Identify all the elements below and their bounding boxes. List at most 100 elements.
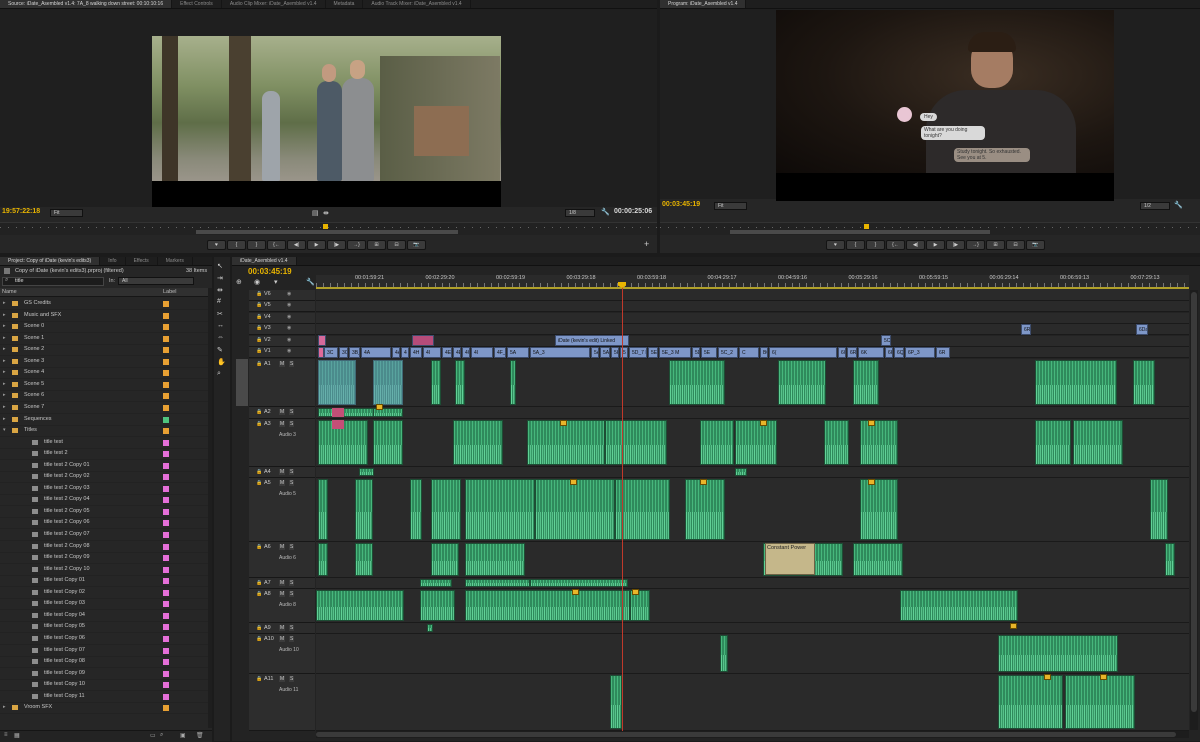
- track-id-label[interactable]: A10: [264, 636, 274, 642]
- list-item-bin[interactable]: ▸ Music and SFX: [0, 310, 208, 322]
- new-bin-icon[interactable]: ▭: [150, 732, 156, 739]
- video-track-lane[interactable]: [316, 313, 1189, 324]
- v1-clip[interactable]: 6K: [858, 347, 884, 358]
- tab-markers[interactable]: Markers: [158, 257, 193, 265]
- audio-clip[interactable]: [615, 479, 670, 540]
- audio-clip[interactable]: [860, 420, 898, 465]
- label-color-swatch[interactable]: [163, 451, 169, 458]
- lock-icon[interactable]: 🔒: [256, 676, 262, 682]
- solo-button[interactable]: S: [289, 469, 295, 475]
- video-track-lane[interactable]: [316, 301, 1189, 312]
- chevron-right-icon[interactable]: ▸: [3, 321, 6, 332]
- source-video-frame[interactable]: [152, 36, 501, 207]
- program-add-marker-button[interactable]: ♥: [826, 240, 845, 250]
- video-track-lane[interactable]: [316, 336, 1189, 347]
- program-resolution-dropdown[interactable]: 1/2: [1140, 202, 1170, 210]
- icon-view-icon[interactable]: ▦: [14, 732, 20, 739]
- list-item-title[interactable]: title test Copy 04: [0, 610, 208, 622]
- timeline-timecode[interactable]: 00:03:45:19: [248, 267, 292, 276]
- audio-clip[interactable]: [455, 360, 465, 405]
- mute-button[interactable]: M: [279, 421, 286, 427]
- lock-icon[interactable]: 🔒: [256, 314, 262, 320]
- chevron-right-icon[interactable]: ▸: [3, 298, 6, 309]
- program-mini-timeline[interactable]: [660, 222, 1200, 235]
- source-mark-in-button[interactable]: {: [227, 240, 246, 250]
- lock-icon[interactable]: 🔒: [256, 544, 262, 550]
- solo-button[interactable]: S: [289, 636, 295, 642]
- list-item-title[interactable]: title test Copy 01: [0, 575, 208, 588]
- label-color-swatch[interactable]: [163, 543, 169, 550]
- list-item-title[interactable]: title test 2 Copy 01: [0, 460, 208, 472]
- timeline-horizontal-scrollbar[interactable]: [316, 731, 1189, 738]
- lock-icon[interactable]: 🔒: [256, 480, 262, 486]
- track-id-label[interactable]: V2: [264, 337, 271, 343]
- audio-clip[interactable]: [735, 420, 777, 465]
- source-export-frame-button[interactable]: 📷: [407, 240, 426, 250]
- rolling-edit-tool-icon[interactable]: #: [217, 298, 221, 305]
- audio-clip[interactable]: [465, 579, 530, 587]
- chevron-right-icon[interactable]: ▸: [3, 367, 6, 378]
- source-mark-out-button[interactable]: }: [247, 240, 266, 250]
- chevron-right-icon[interactable]: ▸: [3, 414, 6, 425]
- program-step-forward-button[interactable]: |▶: [946, 240, 965, 250]
- track-id-label[interactable]: A6: [264, 544, 271, 550]
- video-track-lane[interactable]: [316, 290, 1189, 301]
- track-id-label[interactable]: A7: [264, 580, 271, 586]
- track-id-label[interactable]: A2: [264, 409, 271, 415]
- label-color-swatch[interactable]: [163, 347, 169, 354]
- audio-clip[interactable]: [355, 479, 373, 540]
- audio-clip[interactable]: [465, 590, 630, 621]
- in-dropdown[interactable]: All: [118, 277, 194, 285]
- v1-clip-lead[interactable]: [318, 347, 324, 358]
- linked-video-audio[interactable]: [318, 360, 356, 405]
- title-clip-a3[interactable]: [332, 420, 344, 429]
- audio-clip[interactable]: [453, 420, 503, 465]
- v1-clip[interactable]: 6P_3: [905, 347, 935, 358]
- v1-clip[interactable]: 6K: [885, 347, 893, 358]
- list-item-title[interactable]: title test Copy 05: [0, 621, 208, 634]
- label-color-swatch[interactable]: [163, 566, 169, 573]
- audio-clip[interactable]: [420, 590, 455, 621]
- audio-clip[interactable]: [900, 590, 1018, 621]
- timeline-vertical-scrollbar[interactable]: [1190, 290, 1198, 730]
- label-color-swatch[interactable]: [163, 404, 169, 411]
- list-item-bin[interactable]: ▸ Scene 4: [0, 367, 208, 380]
- program-export-frame-button[interactable]: 📷: [1026, 240, 1045, 250]
- solo-button[interactable]: S: [289, 361, 295, 367]
- mute-button[interactable]: M: [279, 580, 286, 586]
- chevron-right-icon[interactable]: ▸: [3, 402, 6, 413]
- track-id-label[interactable]: V3: [264, 325, 271, 331]
- audio-clip[interactable]: [465, 543, 525, 576]
- title-clip-a2[interactable]: [332, 408, 344, 417]
- list-item-title[interactable]: title test 2 Copy 05: [0, 506, 208, 518]
- a1-source-patch[interactable]: [236, 359, 248, 406]
- chevron-right-icon[interactable]: ▸: [3, 310, 6, 321]
- v1-clip[interactable]: 5K: [611, 347, 619, 358]
- source-insert-button[interactable]: ⊞: [367, 240, 386, 250]
- track-id-label[interactable]: A9: [264, 625, 271, 631]
- work-area-bar[interactable]: [316, 287, 1189, 289]
- find-icon[interactable]: ⌕: [160, 732, 163, 739]
- eye-icon[interactable]: ◉: [287, 291, 291, 297]
- list-item-title[interactable]: title test 2 Copy 10: [0, 564, 208, 576]
- lock-icon[interactable]: 🔒: [256, 409, 262, 415]
- label-color-swatch[interactable]: [163, 474, 169, 481]
- source-step-back-button[interactable]: ◀|: [287, 240, 306, 250]
- audio-clip[interactable]: [1035, 420, 1071, 465]
- label-color-swatch[interactable]: [163, 335, 169, 342]
- chevron-right-icon[interactable]: ▸: [3, 344, 6, 355]
- list-item-title[interactable]: title test: [0, 437, 208, 449]
- track-id-label[interactable]: V6: [264, 291, 271, 297]
- mute-button[interactable]: M: [279, 480, 286, 486]
- label-color-swatch[interactable]: [163, 578, 169, 585]
- v1-clip[interactable]: 5C_2: [718, 347, 738, 358]
- list-item-bin[interactable]: ▸ Scene 5: [0, 379, 208, 391]
- source-timecode[interactable]: 19:57:22:18: [2, 208, 40, 215]
- list-item-title[interactable]: title test Copy 08: [0, 656, 208, 669]
- track-id-label[interactable]: A4: [264, 469, 271, 475]
- track-id-label[interactable]: A1: [264, 361, 271, 367]
- label-color-swatch[interactable]: [163, 393, 169, 400]
- lock-icon[interactable]: 🔒: [256, 361, 262, 367]
- list-item-bin[interactable]: ▸ Scene 6: [0, 390, 208, 403]
- tab-sequence[interactable]: iDate_Asembled v1.4: [232, 257, 297, 265]
